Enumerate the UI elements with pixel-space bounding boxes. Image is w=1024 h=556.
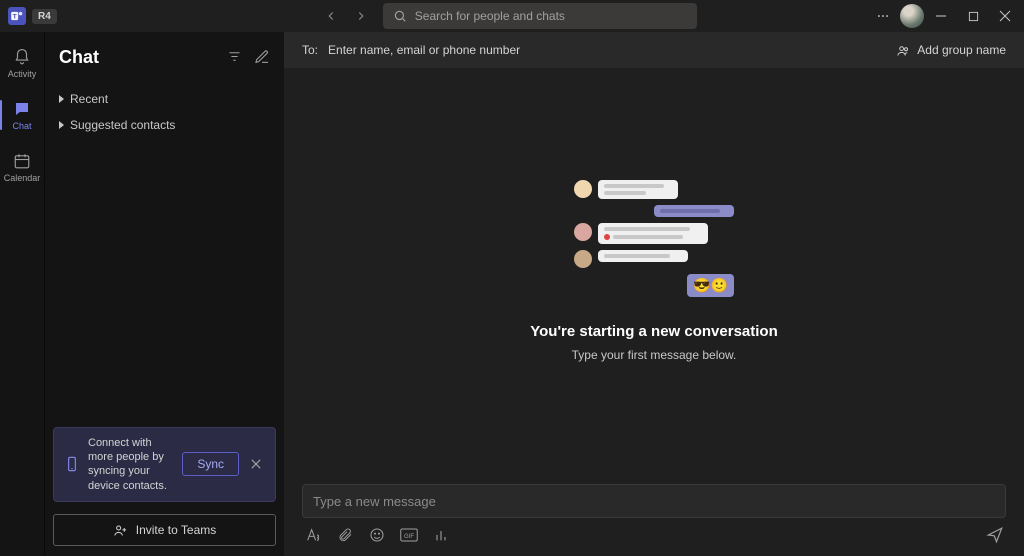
nav-back-button[interactable] <box>317 2 345 30</box>
group-icon <box>896 43 911 58</box>
gif-icon[interactable]: GIF <box>400 526 418 544</box>
empty-state-title: You're starting a new conversation <box>530 323 778 340</box>
invite-to-teams-button[interactable]: Invite to Teams <box>53 514 276 546</box>
new-chat-icon[interactable] <box>254 49 270 65</box>
search-input[interactable]: Search for people and chats <box>383 3 697 29</box>
rail-label: Calendar <box>4 173 41 183</box>
rail-label: Activity <box>8 69 37 79</box>
panel-title: Chat <box>59 47 99 68</box>
filter-icon[interactable] <box>227 49 242 65</box>
section-recent[interactable]: Recent <box>45 86 284 112</box>
sync-card-text: Connect with more people by syncing your… <box>88 436 174 493</box>
org-badge: R4 <box>32 9 57 24</box>
teams-app-icon: T <box>8 7 26 25</box>
chat-list-panel: Chat Recent Suggested contact <box>44 32 284 556</box>
sync-button[interactable]: Sync <box>182 452 239 476</box>
emoji-icon[interactable] <box>368 526 386 544</box>
title-bar: T R4 Search for people and chats <box>0 0 1024 32</box>
sync-contacts-card: Connect with more people by syncing your… <box>53 427 276 502</box>
rail-item-calendar[interactable]: Calendar <box>0 144 44 190</box>
user-avatar[interactable] <box>900 4 924 28</box>
caret-right-icon <box>59 95 64 103</box>
app-rail: Activity Chat Calendar <box>0 32 44 556</box>
compose-input[interactable]: Type a new message <box>302 484 1006 518</box>
invite-label: Invite to Teams <box>136 523 216 537</box>
add-group-label: Add group name <box>917 43 1006 57</box>
empty-state: 😎🙂 You're starting a new conversation Ty… <box>284 68 1024 474</box>
section-suggested-contacts[interactable]: Suggested contacts <box>45 112 284 138</box>
add-group-name-button[interactable]: Add group name <box>896 43 1006 58</box>
phone-icon <box>64 456 80 472</box>
rail-item-chat[interactable]: Chat <box>0 92 44 138</box>
calendar-icon <box>12 151 32 171</box>
format-icon[interactable] <box>304 526 322 544</box>
more-options-button[interactable] <box>868 1 898 31</box>
conversation-illustration: 😎🙂 <box>574 180 734 297</box>
rail-item-activity[interactable]: Activity <box>0 40 44 86</box>
caret-right-icon <box>59 121 64 129</box>
rail-label: Chat <box>12 121 31 131</box>
message-composer: Type a new message GIF <box>284 474 1024 556</box>
send-button[interactable] <box>986 526 1004 544</box>
section-label: Suggested contacts <box>70 118 175 132</box>
section-label: Recent <box>70 92 108 106</box>
to-label: To: <box>302 43 318 57</box>
nav-forward-button[interactable] <box>347 2 375 30</box>
recipient-input[interactable]: Enter name, email or phone number <box>328 43 886 57</box>
bell-icon <box>12 47 32 67</box>
maximize-button[interactable] <box>958 1 988 31</box>
people-add-icon <box>113 523 128 538</box>
empty-state-subtitle: Type your first message below. <box>572 348 737 362</box>
search-placeholder: Search for people and chats <box>415 9 565 23</box>
poll-icon[interactable] <box>432 526 450 544</box>
compose-placeholder: Type a new message <box>313 494 436 509</box>
recipient-bar: To: Enter name, email or phone number Ad… <box>284 32 1024 68</box>
chat-icon <box>12 99 32 119</box>
svg-text:T: T <box>13 13 17 20</box>
close-button[interactable] <box>990 1 1020 31</box>
svg-text:GIF: GIF <box>404 534 414 540</box>
sync-card-close-icon[interactable] <box>247 459 265 469</box>
minimize-button[interactable] <box>926 1 956 31</box>
attach-icon[interactable] <box>336 526 354 544</box>
search-icon <box>393 9 407 23</box>
chat-content: To: Enter name, email or phone number Ad… <box>284 32 1024 556</box>
